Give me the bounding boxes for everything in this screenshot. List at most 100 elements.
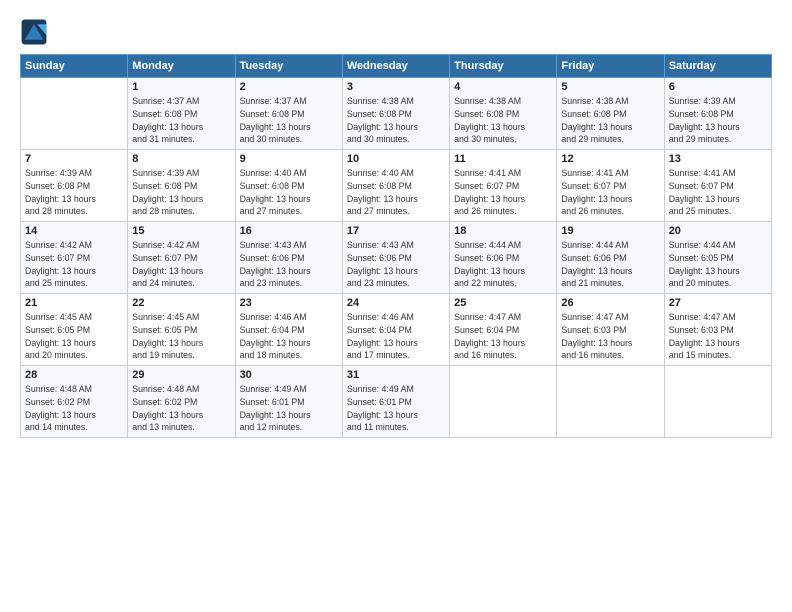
day-number: 10 xyxy=(347,153,445,165)
day-number: 20 xyxy=(669,225,767,237)
day-info: Sunrise: 4:46 AM Sunset: 6:04 PM Dayligh… xyxy=(347,311,445,362)
calendar-cell: 12 Sunrise: 4:41 AM Sunset: 6:07 PM Dayli… xyxy=(557,150,664,222)
day-number: 4 xyxy=(454,81,552,93)
day-info: Sunrise: 4:37 AM Sunset: 6:08 PM Dayligh… xyxy=(132,95,230,146)
day-info: Sunrise: 4:46 AM Sunset: 6:04 PM Dayligh… xyxy=(240,311,338,362)
day-number: 2 xyxy=(240,81,338,93)
calendar-cell: 6Sunrise: 4:39 AM Sunset: 6:08 PM Daylig… xyxy=(664,78,771,150)
day-number: 23 xyxy=(240,297,338,309)
calendar-cell xyxy=(21,78,128,150)
calendar-cell: 5 Sunrise: 4:38 AM Sunset: 6:08 PM Daylig… xyxy=(557,78,664,150)
calendar-cell: 22 Sunrise: 4:45 AM Sunset: 6:05 PM Dayli… xyxy=(128,294,235,366)
day-info: Sunrise: 4:38 AM Sunset: 6:08 PM Dayligh… xyxy=(347,95,445,146)
day-info: Sunrise: 4:45 AM Sunset: 6:05 PM Dayligh… xyxy=(25,311,123,362)
day-info: Sunrise: 4:42 AM Sunset: 6:07 PM Dayligh… xyxy=(132,239,230,290)
day-number: 7 xyxy=(25,153,123,165)
day-number: 19 xyxy=(561,225,659,237)
calendar-cell: 15 Sunrise: 4:42 AM Sunset: 6:07 PM Dayli… xyxy=(128,222,235,294)
day-number: 3 xyxy=(347,81,445,93)
weekday-header: Tuesday xyxy=(235,55,342,78)
day-info: Sunrise: 4:47 AM Sunset: 6:03 PM Dayligh… xyxy=(669,311,767,362)
day-info: Sunrise: 4:48 AM Sunset: 6:02 PM Dayligh… xyxy=(25,383,123,434)
day-info: Sunrise: 4:47 AM Sunset: 6:03 PM Dayligh… xyxy=(561,311,659,362)
page-header xyxy=(20,18,772,46)
calendar-cell: 26 Sunrise: 4:47 AM Sunset: 6:03 PM Dayli… xyxy=(557,294,664,366)
calendar-cell: 20 Sunrise: 4:44 AM Sunset: 6:05 PM Dayli… xyxy=(664,222,771,294)
calendar-cell: 17 Sunrise: 4:43 AM Sunset: 6:06 PM Dayli… xyxy=(342,222,449,294)
day-number: 16 xyxy=(240,225,338,237)
day-number: 31 xyxy=(347,369,445,381)
day-info: Sunrise: 4:40 AM Sunset: 6:08 PM Dayligh… xyxy=(240,167,338,218)
day-info: Sunrise: 4:43 AM Sunset: 6:06 PM Dayligh… xyxy=(240,239,338,290)
calendar-cell: 7 Sunrise: 4:39 AM Sunset: 6:08 PM Daylig… xyxy=(21,150,128,222)
day-number: 12 xyxy=(561,153,659,165)
day-number: 5 xyxy=(561,81,659,93)
day-number: 24 xyxy=(347,297,445,309)
calendar-cell: 23 Sunrise: 4:46 AM Sunset: 6:04 PM Dayli… xyxy=(235,294,342,366)
day-number: 9 xyxy=(240,153,338,165)
day-info: Sunrise: 4:47 AM Sunset: 6:04 PM Dayligh… xyxy=(454,311,552,362)
calendar-cell: 14 Sunrise: 4:42 AM Sunset: 6:07 PM Dayli… xyxy=(21,222,128,294)
calendar-cell: 8 Sunrise: 4:39 AM Sunset: 6:08 PM Daylig… xyxy=(128,150,235,222)
day-info: Sunrise: 4:37 AM Sunset: 6:08 PM Dayligh… xyxy=(240,95,338,146)
day-number: 30 xyxy=(240,369,338,381)
day-info: Sunrise: 4:44 AM Sunset: 6:06 PM Dayligh… xyxy=(561,239,659,290)
day-info: Sunrise: 4:39 AM Sunset: 6:08 PM Dayligh… xyxy=(25,167,123,218)
calendar-week-row: 7 Sunrise: 4:39 AM Sunset: 6:08 PM Daylig… xyxy=(21,150,772,222)
day-info: Sunrise: 4:38 AM Sunset: 6:08 PM Dayligh… xyxy=(561,95,659,146)
calendar-cell: 31Sunrise: 4:49 AM Sunset: 6:01 PM Dayli… xyxy=(342,366,449,438)
weekday-header: Thursday xyxy=(450,55,557,78)
day-number: 25 xyxy=(454,297,552,309)
calendar-cell: 2 Sunrise: 4:37 AM Sunset: 6:08 PM Daylig… xyxy=(235,78,342,150)
day-number: 26 xyxy=(561,297,659,309)
day-info: Sunrise: 4:48 AM Sunset: 6:02 PM Dayligh… xyxy=(132,383,230,434)
calendar-cell: 4 Sunrise: 4:38 AM Sunset: 6:08 PM Daylig… xyxy=(450,78,557,150)
weekday-header: Monday xyxy=(128,55,235,78)
day-number: 1 xyxy=(132,81,230,93)
day-info: Sunrise: 4:42 AM Sunset: 6:07 PM Dayligh… xyxy=(25,239,123,290)
day-number: 14 xyxy=(25,225,123,237)
calendar-cell: 9 Sunrise: 4:40 AM Sunset: 6:08 PM Daylig… xyxy=(235,150,342,222)
calendar-cell: 13Sunrise: 4:41 AM Sunset: 6:07 PM Dayli… xyxy=(664,150,771,222)
calendar-cell: 27 Sunrise: 4:47 AM Sunset: 6:03 PM Dayli… xyxy=(664,294,771,366)
calendar-cell: 3 Sunrise: 4:38 AM Sunset: 6:08 PM Daylig… xyxy=(342,78,449,150)
calendar-cell: 1 Sunrise: 4:37 AM Sunset: 6:08 PM Daylig… xyxy=(128,78,235,150)
day-number: 15 xyxy=(132,225,230,237)
day-info: Sunrise: 4:40 AM Sunset: 6:08 PM Dayligh… xyxy=(347,167,445,218)
calendar-cell: 28 Sunrise: 4:48 AM Sunset: 6:02 PM Dayli… xyxy=(21,366,128,438)
calendar-cell: 25 Sunrise: 4:47 AM Sunset: 6:04 PM Dayli… xyxy=(450,294,557,366)
day-info: Sunrise: 4:39 AM Sunset: 6:08 PM Dayligh… xyxy=(132,167,230,218)
day-info: Sunrise: 4:44 AM Sunset: 6:05 PM Dayligh… xyxy=(669,239,767,290)
calendar-cell: 10 Sunrise: 4:40 AM Sunset: 6:08 PM Dayli… xyxy=(342,150,449,222)
calendar-cell: 30Sunrise: 4:49 AM Sunset: 6:01 PM Dayli… xyxy=(235,366,342,438)
calendar-week-row: 21Sunrise: 4:45 AM Sunset: 6:05 PM Dayli… xyxy=(21,294,772,366)
calendar-cell: 18Sunrise: 4:44 AM Sunset: 6:06 PM Dayli… xyxy=(450,222,557,294)
day-info: Sunrise: 4:41 AM Sunset: 6:07 PM Dayligh… xyxy=(454,167,552,218)
calendar-cell xyxy=(664,366,771,438)
day-number: 8 xyxy=(132,153,230,165)
calendar-week-row: 14 Sunrise: 4:42 AM Sunset: 6:07 PM Dayli… xyxy=(21,222,772,294)
calendar-cell xyxy=(557,366,664,438)
day-number: 22 xyxy=(132,297,230,309)
logo xyxy=(20,18,52,46)
weekday-header: Sunday xyxy=(21,55,128,78)
day-info: Sunrise: 4:41 AM Sunset: 6:07 PM Dayligh… xyxy=(561,167,659,218)
day-info: Sunrise: 4:39 AM Sunset: 6:08 PM Dayligh… xyxy=(669,95,767,146)
day-info: Sunrise: 4:45 AM Sunset: 6:05 PM Dayligh… xyxy=(132,311,230,362)
day-info: Sunrise: 4:38 AM Sunset: 6:08 PM Dayligh… xyxy=(454,95,552,146)
calendar-cell: 24 Sunrise: 4:46 AM Sunset: 6:04 PM Dayli… xyxy=(342,294,449,366)
day-number: 18 xyxy=(454,225,552,237)
weekday-header: Friday xyxy=(557,55,664,78)
day-number: 17 xyxy=(347,225,445,237)
calendar-cell: 11 Sunrise: 4:41 AM Sunset: 6:07 PM Dayli… xyxy=(450,150,557,222)
calendar-week-row: 28 Sunrise: 4:48 AM Sunset: 6:02 PM Dayli… xyxy=(21,366,772,438)
day-number: 27 xyxy=(669,297,767,309)
day-info: Sunrise: 4:43 AM Sunset: 6:06 PM Dayligh… xyxy=(347,239,445,290)
weekday-header: Saturday xyxy=(664,55,771,78)
calendar-week-row: 1 Sunrise: 4:37 AM Sunset: 6:08 PM Daylig… xyxy=(21,78,772,150)
day-number: 11 xyxy=(454,153,552,165)
day-number: 28 xyxy=(25,369,123,381)
logo-icon xyxy=(20,18,48,46)
calendar-header-row: SundayMondayTuesdayWednesdayThursdayFrid… xyxy=(21,55,772,78)
calendar-cell: 19 Sunrise: 4:44 AM Sunset: 6:06 PM Dayli… xyxy=(557,222,664,294)
